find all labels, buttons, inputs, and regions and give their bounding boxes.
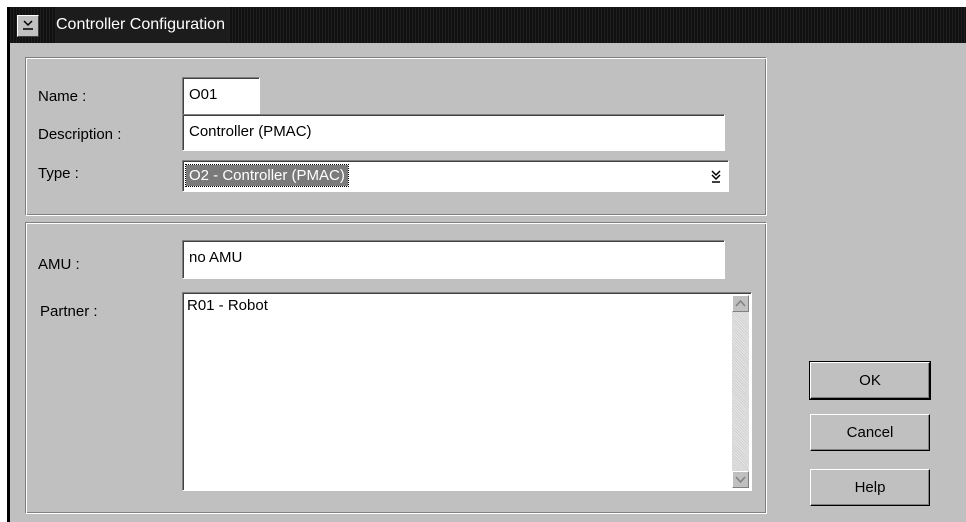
chevron-down-icon[interactable] <box>707 165 725 185</box>
window-title: Controller Configuration <box>56 7 229 43</box>
amu-field[interactable]: no AMU <box>182 240 725 279</box>
partner-list-item[interactable]: R01 - Robot <box>187 297 268 314</box>
partner-scrollbar[interactable] <box>732 295 749 488</box>
name-value: O01 <box>189 86 218 103</box>
ok-button[interactable]: OK <box>809 361 931 400</box>
type-dropdown[interactable]: O2 - Controller (PMAC) <box>182 160 729 192</box>
title-bar[interactable]: Controller Configuration <box>10 7 966 43</box>
scroll-down-arrow-icon <box>735 476 746 484</box>
description-field[interactable]: Controller (PMAC) <box>182 114 725 151</box>
help-button[interactable]: Help <box>810 469 930 506</box>
controller-configuration-dialog: Controller Configuration Name : O01 Desc… <box>7 7 966 522</box>
description-value: Controller (PMAC) <box>189 123 312 140</box>
system-menu-icon <box>23 20 33 30</box>
cancel-button[interactable]: Cancel <box>810 414 930 451</box>
amu-value: no AMU <box>189 249 243 266</box>
scroll-up-button[interactable] <box>732 295 749 312</box>
name-field[interactable]: O01 <box>182 77 260 116</box>
scroll-down-button[interactable] <box>732 471 749 488</box>
partner-label: Partner : <box>40 303 98 320</box>
type-label: Type : <box>38 165 79 182</box>
scroll-up-arrow-icon <box>735 299 746 307</box>
description-label: Description : <box>38 126 122 143</box>
system-menu-button[interactable] <box>17 15 39 37</box>
amu-label: AMU : <box>38 256 80 273</box>
type-selected-value: O2 - Controller (PMAC) <box>185 164 349 187</box>
name-label: Name : <box>38 88 87 105</box>
partner-listbox[interactable]: R01 - Robot <box>182 292 752 491</box>
